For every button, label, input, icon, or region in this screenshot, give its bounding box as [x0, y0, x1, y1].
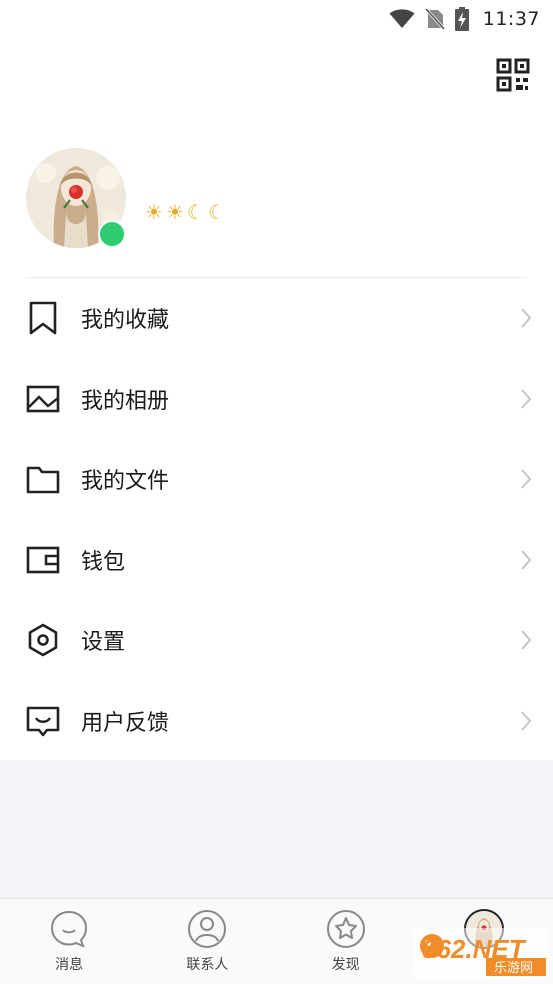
menu-item-favorites[interactable]: 我的收藏 [0, 278, 553, 359]
watermark-subtext: 乐游网 [494, 961, 533, 976]
bookmark-icon [29, 301, 57, 335]
menu-item-label: 我的收藏 [81, 308, 170, 334]
chat-bubble-icon [51, 910, 88, 948]
status-time: 11:37 [482, 8, 540, 30]
hexagon-settings-icon [28, 623, 58, 657]
profile-header: ☀ ☀ ☾ ☾ [0, 140, 553, 270]
watermark-logo: 962.NET 乐游网 [414, 928, 548, 978]
moon-icon: ☾ [207, 200, 226, 224]
menu-item-label: 设置 [81, 630, 126, 656]
chevron-right-icon [521, 711, 532, 731]
sun-icon: ☀ [165, 200, 184, 224]
chevron-right-icon [521, 308, 532, 328]
tab-label: 消息 [55, 957, 84, 973]
battery-charging-icon [454, 7, 469, 31]
menu-item-label: 钱包 [81, 549, 126, 575]
moon-icon: ☾ [186, 200, 205, 224]
qr-code-icon [496, 58, 530, 92]
menu-item-label: 我的相册 [81, 388, 170, 414]
menu-item-wallet[interactable]: 钱包 [0, 520, 553, 601]
contact-icon [188, 910, 227, 948]
picture-icon [26, 385, 60, 413]
level-badges: ☀ ☀ ☾ ☾ [145, 200, 226, 224]
wallet-icon [26, 546, 60, 574]
menu-item-files[interactable]: 我的文件 [0, 439, 553, 520]
tab-messages[interactable]: 消息 [0, 899, 138, 984]
tab-contacts[interactable]: 联系人 [138, 899, 276, 984]
tab-label: 发现 [331, 957, 360, 973]
chevron-right-icon [521, 469, 532, 489]
menu-item-feedback[interactable]: 用户反馈 [0, 681, 553, 762]
folder-icon [26, 466, 60, 494]
menu-item-label: 我的文件 [81, 469, 170, 495]
tab-discover[interactable]: 发现 [277, 899, 415, 984]
online-status-dot [98, 220, 126, 248]
empty-area [0, 760, 553, 898]
wifi-icon [389, 9, 415, 28]
menu-item-settings[interactable]: 设置 [0, 600, 553, 681]
menu-item-label: 用户反馈 [81, 710, 170, 736]
status-bar: 11:37 [0, 0, 553, 38]
menu-item-album[interactable]: 我的相册 [0, 359, 553, 440]
no-sim-icon [424, 8, 445, 30]
chevron-right-icon [521, 550, 532, 570]
sun-icon: ☀ [145, 200, 163, 224]
feedback-icon [26, 706, 60, 737]
chevron-right-icon [521, 630, 532, 650]
star-compass-icon [326, 910, 365, 948]
qr-code-button[interactable] [496, 58, 530, 92]
menu-list: 我的收藏 我的相册 我的文件 钱包 设置 用户反馈 [0, 278, 553, 761]
chevron-right-icon [521, 389, 532, 409]
tab-label: 联系人 [186, 957, 229, 973]
